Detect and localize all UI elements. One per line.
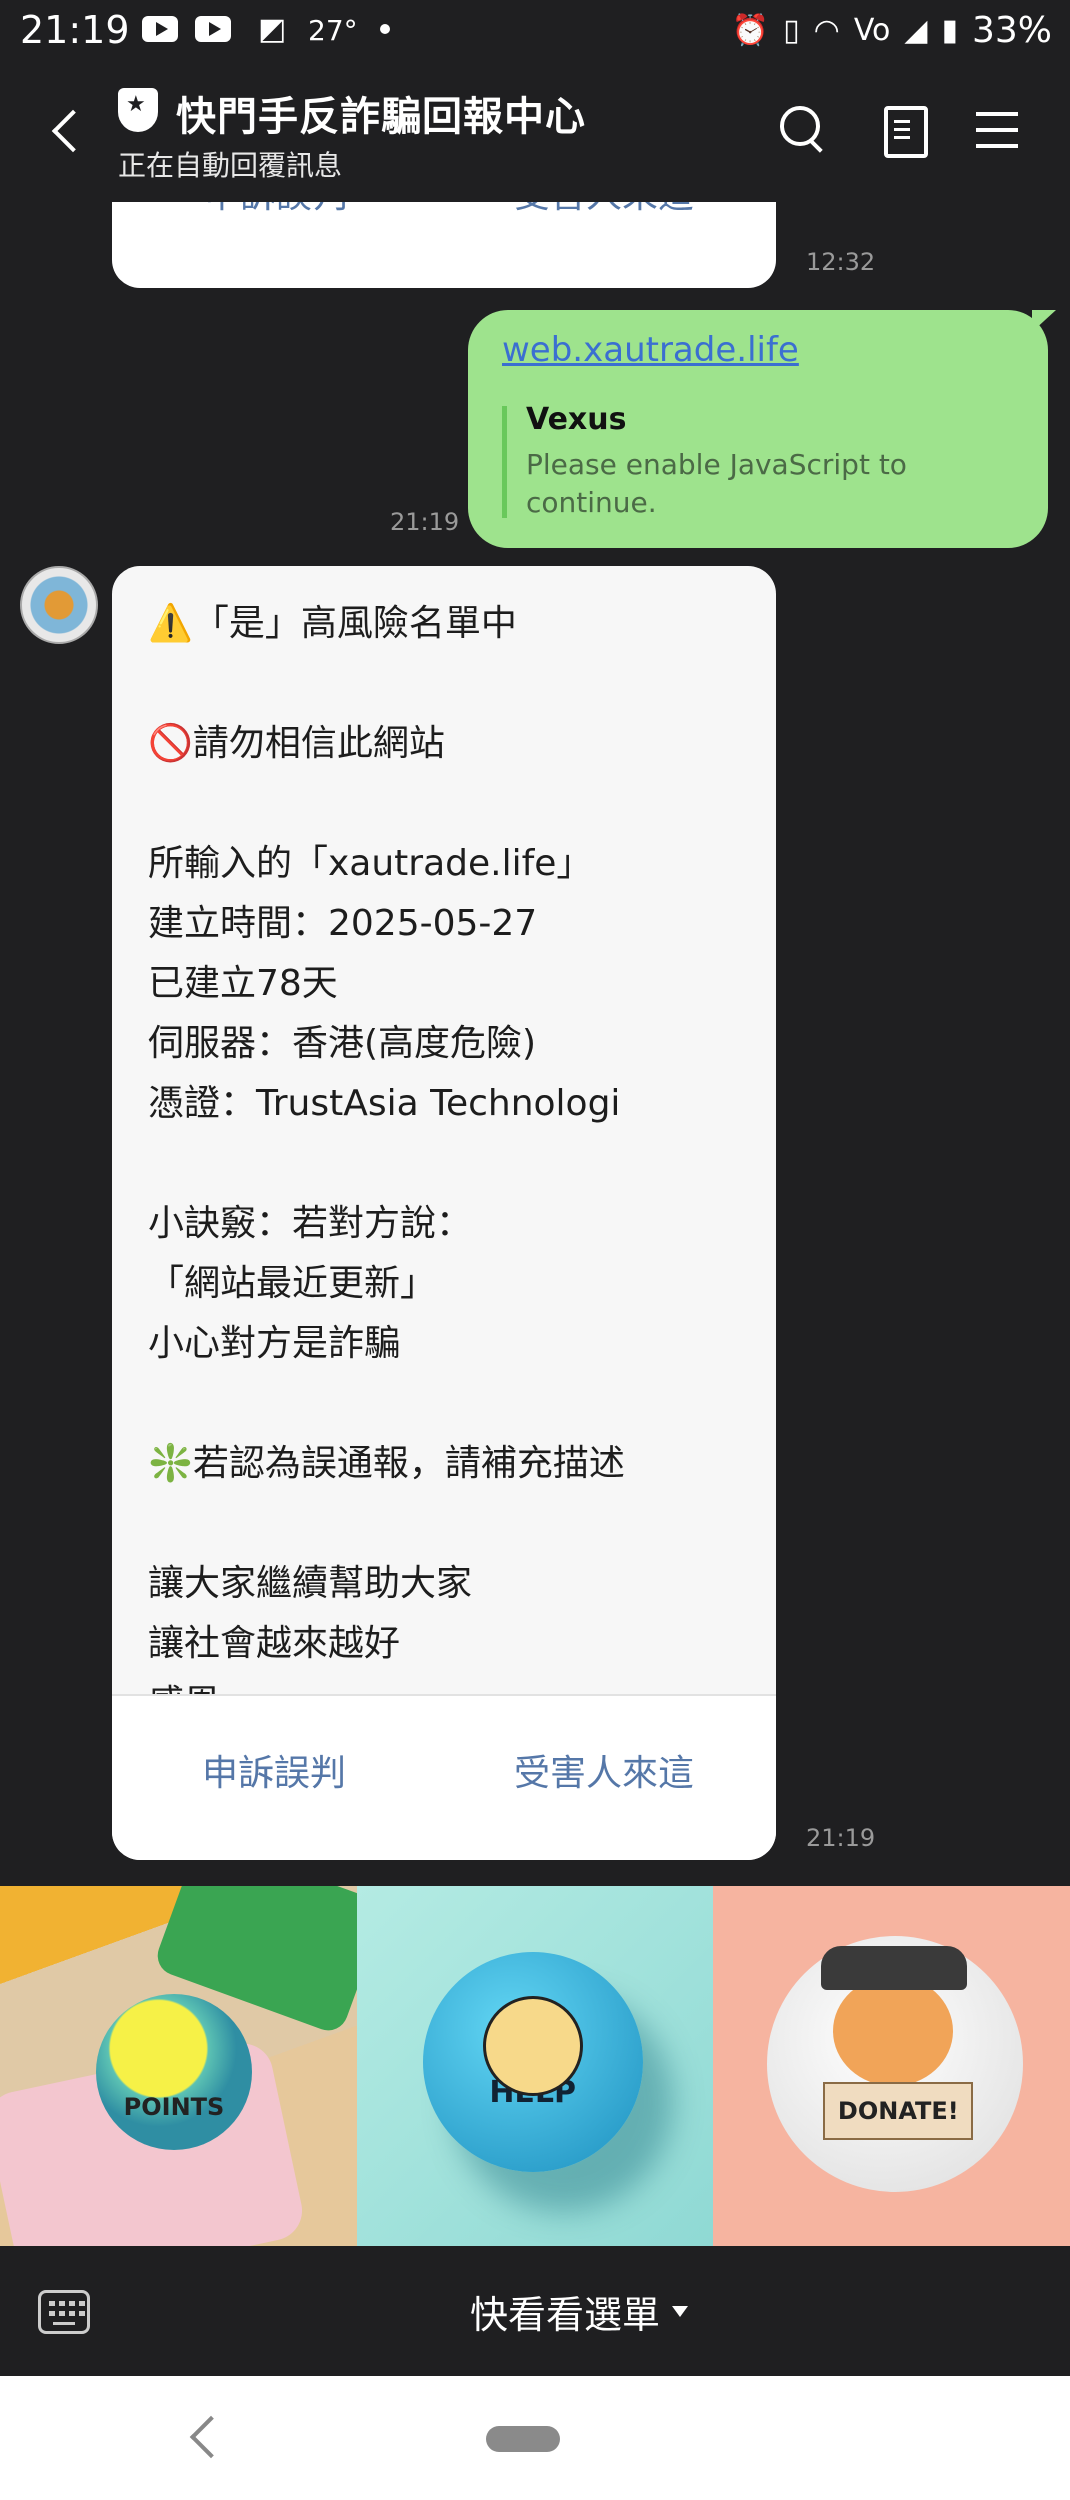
points-label: POINTS — [123, 2093, 225, 2121]
card-actions: 申訴誤判 受害人來這 — [112, 1696, 776, 1860]
menu-icon[interactable] — [972, 102, 1028, 158]
rich-menu-points[interactable]: POINTS — [0, 1886, 357, 2246]
outgoing-message-bubble[interactable]: web.xautrade.life Vexus Please enable Ja… — [468, 310, 1056, 548]
signal-icon: ◢ — [904, 13, 928, 48]
caret-down-icon[interactable] — [672, 2306, 688, 2317]
status-time: 21:19 — [20, 8, 130, 52]
link-preview-title: Vexus — [526, 402, 627, 437]
nav-home-pill[interactable] — [486, 2426, 560, 2452]
rich-menu: POINTS HELP DONATE! — [0, 1886, 1070, 2246]
youtube-icon — [142, 16, 178, 42]
back-button[interactable] — [44, 102, 94, 162]
vibrate-icon: ▯ — [783, 13, 800, 48]
status-bar: 21:19 ◩ 27° ⏰ ▯ ◠ Vo ◢ ▮ 33% — [0, 0, 1070, 62]
alarm-icon: ⏰ — [731, 13, 770, 48]
notes-icon[interactable] — [876, 102, 932, 158]
menu-toggle-label[interactable]: 快看看選單 — [470, 2284, 660, 2339]
weather-temp: 27° — [308, 14, 358, 47]
notification-dot-icon — [380, 24, 390, 34]
victim-button[interactable]: 受害人來這 — [514, 1744, 694, 1796]
line-chat-screen: 21:19 ◩ 27° ⏰ ▯ ◠ Vo ◢ ▮ 33% 快門手反詐騙回報中心 … — [0, 0, 1070, 2500]
victim-button[interactable]: 受害人來這 — [514, 202, 694, 218]
points-button-image: POINTS — [96, 1994, 252, 2150]
appeal-button[interactable]: 申訴誤判 — [202, 1744, 346, 1796]
smiley-face-icon — [482, 1996, 583, 2096]
message-time: 21:19 — [390, 508, 460, 536]
link-preview-description: Please enable JavaScript to continue. — [526, 448, 907, 519]
appeal-button[interactable]: 申訴誤判 — [204, 202, 348, 218]
chat-subtitle: 正在自動回覆訊息 — [118, 149, 343, 182]
message-link[interactable]: web.xautrade.life — [502, 330, 799, 370]
reply-text: ⚠️「是」高風險名單中 🚫請勿相信此網站 所輸入的「xautrade.life」… — [148, 603, 625, 1724]
bot-avatar[interactable] — [20, 566, 98, 644]
link-preview-bar — [502, 406, 507, 518]
battery-percent: 33% — [971, 10, 1052, 51]
previous-reply-card: 申訴誤判 受害人來這 — [112, 202, 776, 288]
status-right-icons: ⏰ ▯ ◠ Vo ◢ ▮ 33% — [732, 10, 1052, 51]
battery-icon: ▮ — [941, 13, 958, 48]
rich-menu-donate[interactable]: DONATE! — [713, 1886, 1070, 2246]
menu-bar: 快看看選單 — [0, 2246, 1070, 2376]
donate-sign: DONATE! — [823, 2082, 974, 2140]
keyboard-icon[interactable] — [38, 2290, 90, 2334]
chat-title: 快門手反詐騙回報中心 — [176, 94, 586, 140]
system-nav-bar — [0, 2376, 1070, 2500]
message-time: 21:19 — [806, 1824, 876, 1852]
message-time: 12:32 — [806, 248, 876, 276]
volte-icon: Vo — [853, 13, 891, 48]
cat-icon — [833, 1976, 954, 2086]
youtube-icon — [195, 16, 231, 42]
verified-shield-icon — [118, 88, 158, 132]
reply-card: ⚠️「是」高風險名單中 🚫請勿相信此網站 所輸入的「xautrade.life」… — [112, 566, 776, 1860]
chat-area[interactable]: 申訴誤判 受害人來這 12:32 21:19 web.xautrade.life… — [0, 202, 1070, 1886]
search-icon[interactable] — [776, 102, 832, 158]
note-icon: ◩ — [258, 12, 287, 47]
hat-icon — [821, 1946, 968, 1990]
nav-back-icon[interactable] — [189, 2415, 233, 2459]
chat-header: 快門手反詐騙回報中心 正在自動回覆訊息 — [0, 62, 1070, 202]
rich-menu-help[interactable]: HELP — [356, 1886, 714, 2246]
wifi-icon: ◠ — [813, 13, 840, 48]
